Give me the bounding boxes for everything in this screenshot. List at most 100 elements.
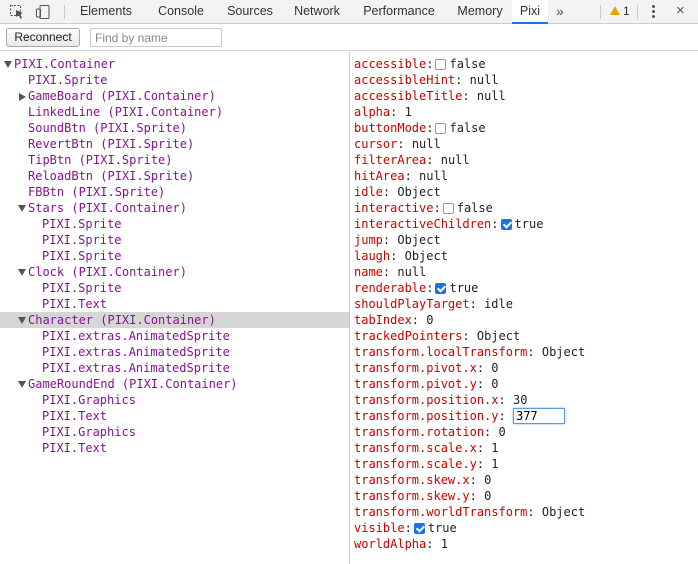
- property-value[interactable]: 30: [513, 393, 527, 407]
- expanded-arrow-icon[interactable]: [18, 381, 26, 388]
- tree-node[interactable]: Clock (PIXI.Container): [18, 264, 187, 280]
- tree-node[interactable]: PIXI.extras.AnimatedSprite: [42, 360, 230, 376]
- property-value[interactable]: 0: [426, 313, 433, 327]
- property-key: accessible: [354, 57, 427, 71]
- tree-node[interactable]: PIXI.Sprite: [42, 280, 121, 296]
- expanded-arrow-icon[interactable]: [18, 317, 26, 324]
- collapsed-arrow-icon[interactable]: [19, 92, 26, 101]
- tree-node[interactable]: FBBtn (PIXI.Sprite): [28, 184, 165, 200]
- property-value[interactable]: 0: [491, 361, 498, 375]
- property-colon: :: [455, 73, 463, 87]
- property-value[interactable]: null: [441, 153, 470, 167]
- tree-node-label: PIXI.Sprite: [28, 73, 108, 87]
- property-value[interactable]: null: [412, 137, 441, 151]
- tree-node[interactable]: PIXI.Text: [42, 440, 107, 456]
- pixi-toolbar: Reconnect: [0, 24, 698, 51]
- property-value[interactable]: 0: [499, 425, 506, 439]
- tree-node[interactable]: PIXI.Sprite: [42, 248, 121, 264]
- tree-node[interactable]: GameRoundEnd (PIXI.Container): [18, 376, 238, 392]
- tree-node[interactable]: SoundBtn (PIXI.Sprite): [28, 120, 187, 136]
- tab-network[interactable]: Network: [284, 0, 350, 23]
- property-checkbox[interactable]: [413, 523, 425, 534]
- expanded-arrow-icon[interactable]: [4, 61, 12, 68]
- expanded-arrow-icon[interactable]: [18, 269, 26, 276]
- property-value[interactable]: null: [419, 169, 448, 183]
- property-colon: :: [476, 377, 485, 391]
- tree-node[interactable]: PIXI.Sprite: [42, 216, 121, 232]
- property-key: cursor: [354, 137, 398, 151]
- property-value[interactable]: Object: [397, 185, 440, 199]
- property-value[interactable]: Object: [405, 249, 448, 263]
- tree-node-label: PIXI.extras.AnimatedSprite: [42, 345, 230, 359]
- tree-node[interactable]: LinkedLine (PIXI.Container): [28, 104, 223, 120]
- more-tabs-button[interactable]: »: [556, 0, 564, 22]
- tree-node[interactable]: PIXI.Graphics: [42, 424, 136, 440]
- property-checkbox[interactable]: [435, 59, 447, 70]
- tree-node-label: PIXI.Text: [42, 297, 108, 311]
- property-value[interactable]: true: [449, 281, 478, 295]
- property-value[interactable]: Object: [397, 233, 440, 247]
- tree-node[interactable]: Stars (PIXI.Container): [18, 200, 187, 216]
- property-colon: :: [404, 521, 412, 535]
- property-value[interactable]: null: [397, 265, 426, 279]
- property-value[interactable]: 0: [484, 473, 491, 487]
- property-value[interactable]: Object: [542, 505, 585, 519]
- tree-node[interactable]: RevertBtn (PIXI.Sprite): [28, 136, 194, 152]
- property-row: worldAlpha: 1: [354, 536, 448, 552]
- property-value[interactable]: 0: [484, 489, 491, 503]
- property-key: transform.skew.y: [354, 489, 470, 503]
- property-value[interactable]: 1: [405, 105, 412, 119]
- property-value[interactable]: 0: [491, 377, 498, 391]
- customize-menu-icon[interactable]: [650, 4, 656, 20]
- tree-node[interactable]: PIXI.extras.AnimatedSprite: [42, 344, 230, 360]
- tree-node[interactable]: PIXI.extras.AnimatedSprite: [42, 328, 230, 344]
- tab-elements[interactable]: Elements: [66, 0, 146, 23]
- property-value[interactable]: true: [515, 217, 544, 231]
- tree-node[interactable]: PIXI.Text: [42, 408, 107, 424]
- reconnect-button[interactable]: Reconnect: [6, 28, 80, 47]
- tree-node[interactable]: TipBtn (PIXI.Sprite): [28, 152, 173, 168]
- tree-node[interactable]: GameBoard (PIXI.Container): [18, 88, 216, 104]
- property-value[interactable]: idle: [484, 297, 513, 311]
- property-value[interactable]: null: [470, 73, 499, 87]
- tab-sources[interactable]: Sources: [216, 0, 284, 23]
- property-value[interactable]: 1: [491, 457, 498, 471]
- property-value[interactable]: false: [457, 201, 493, 215]
- tree-node[interactable]: Character (PIXI.Container): [0, 312, 349, 328]
- tab-performance[interactable]: Performance: [350, 0, 448, 23]
- tab-pixi[interactable]: Pixi: [512, 0, 548, 24]
- property-value-editor[interactable]: [512, 408, 565, 424]
- property-value[interactable]: 1: [491, 441, 498, 455]
- tree-node[interactable]: PIXI.Sprite: [42, 232, 121, 248]
- property-row: trackedPointers: Object: [354, 328, 520, 344]
- property-value[interactable]: true: [428, 521, 457, 535]
- property-colon: :: [469, 473, 477, 487]
- warnings-counter[interactable]: 1: [610, 0, 630, 23]
- tree-node[interactable]: PIXI.Container: [4, 56, 115, 72]
- property-checkbox[interactable]: [500, 219, 512, 230]
- tree-node[interactable]: PIXI.Sprite: [28, 72, 107, 88]
- property-value[interactable]: 1: [441, 537, 448, 551]
- panel-divider[interactable]: [349, 52, 350, 564]
- property-value[interactable]: null: [477, 89, 506, 103]
- device-toolbar-icon[interactable]: [35, 4, 51, 20]
- tree-node[interactable]: PIXI.Text: [42, 296, 107, 312]
- property-colon: :: [527, 505, 535, 519]
- tree-node[interactable]: ReloadBtn (PIXI.Sprite): [28, 168, 194, 184]
- property-checkbox[interactable]: [435, 123, 447, 134]
- property-value[interactable]: false: [449, 57, 485, 71]
- property-checkbox[interactable]: [442, 203, 454, 214]
- tree-node[interactable]: PIXI.Graphics: [42, 392, 136, 408]
- tab-memory[interactable]: Memory: [448, 0, 512, 23]
- expanded-arrow-icon[interactable]: [18, 205, 26, 212]
- close-devtools-button[interactable]: ×: [676, 0, 685, 22]
- property-value[interactable]: Object: [477, 329, 520, 343]
- tab-console[interactable]: Console: [146, 0, 216, 23]
- property-value[interactable]: false: [449, 121, 485, 135]
- inspect-element-icon[interactable]: [9, 4, 25, 20]
- property-checkbox[interactable]: [435, 283, 447, 294]
- find-by-name-input[interactable]: [90, 28, 222, 47]
- property-value[interactable]: Object: [542, 345, 585, 359]
- property-colon: :: [433, 201, 441, 215]
- tree-node-label: PIXI.Sprite: [42, 217, 122, 231]
